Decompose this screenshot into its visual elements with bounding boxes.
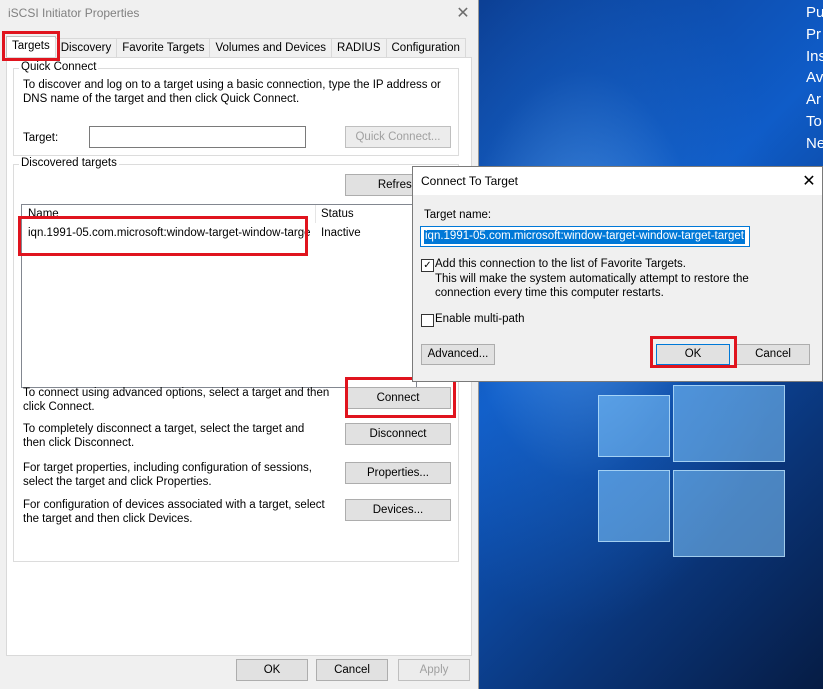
targets-panel: Quick Connect To discover and log on to … [6, 57, 472, 656]
description-line: For configuration of devices associated … [23, 499, 325, 511]
quick-connect-button[interactable]: Quick Connect... [345, 126, 451, 148]
target-name-value: iqn.1991-05.com.microsoft:window-target-… [424, 230, 745, 244]
desktop-context-menu: Pu Pr Ins Av Ar To Ne [806, 0, 823, 155]
target-label: Target: [23, 132, 59, 144]
description-line: To discover and log on to a target using… [23, 79, 441, 91]
connect-description: To connect using advanced options, selec… [23, 387, 343, 414]
connect-dialog-titlebar: Connect To Target ✕ [413, 167, 822, 195]
tab-volumes-and-devices[interactable]: Volumes and Devices [209, 38, 333, 57]
note-line: This will make the system automatically … [435, 273, 749, 285]
description-line: To completely disconnect a target, selec… [23, 423, 305, 435]
disconnect-button[interactable]: Disconnect [345, 423, 451, 445]
menu-line[interactable]: Ins [806, 46, 823, 68]
properties-button[interactable]: Properties... [345, 462, 451, 484]
windows-logo-pane [598, 470, 670, 542]
description-line: DNS name of the target and then click Qu… [23, 92, 300, 105]
quick-connect-description: To discover and log on to a target using… [23, 79, 453, 106]
connect-cancel-button[interactable]: Cancel [736, 344, 810, 365]
highlight-ok-button [650, 336, 737, 368]
multipath-label[interactable]: Enable multi-path [435, 313, 525, 327]
discovered-targets-legend: Discovered targets [19, 157, 119, 169]
properties-description: For target properties, including configu… [23, 462, 343, 489]
dialog-title: iSCSI Initiator Properties [8, 6, 140, 20]
menu-line[interactable]: Pu [806, 2, 823, 24]
connect-to-target-dialog: Connect To Target ✕ Target name: iqn.199… [412, 166, 823, 382]
iscsi-initiator-dialog: iSCSI Initiator Properties ✕ Targets Dis… [0, 0, 479, 689]
tab-strip: Targets Discovery Favorite Targets Volum… [6, 36, 466, 57]
close-icon[interactable]: ✕ [455, 5, 471, 21]
menu-line[interactable]: To [806, 111, 823, 133]
menu-line[interactable]: Ar [806, 89, 823, 111]
column-header-status[interactable]: Status [321, 208, 354, 222]
description-line: click Connect. [23, 400, 95, 413]
tab-favorite-targets[interactable]: Favorite Targets [116, 38, 211, 57]
highlight-connect-button [345, 377, 456, 418]
menu-line[interactable]: Pr [806, 24, 823, 46]
target-input[interactable] [89, 126, 306, 148]
description-line: the target and then click Devices. [23, 512, 193, 525]
quick-connect-legend: Quick Connect [19, 61, 99, 73]
advanced-button[interactable]: Advanced... [421, 344, 495, 365]
cancel-button[interactable]: Cancel [316, 659, 388, 681]
favorite-note: This will make the system automatically … [435, 273, 775, 300]
description-line: To connect using advanced options, selec… [23, 387, 330, 399]
devices-button[interactable]: Devices... [345, 499, 451, 521]
windows-logo-pane [598, 395, 670, 457]
column-separator[interactable] [315, 205, 316, 223]
connect-dialog-title: Connect To Target [421, 174, 518, 188]
tab-discovery[interactable]: Discovery [54, 38, 118, 57]
favorite-checkbox[interactable]: ✓ [421, 259, 434, 272]
close-icon[interactable]: ✕ [801, 173, 817, 189]
ok-button[interactable]: OK [236, 659, 308, 681]
target-status-cell: Inactive [321, 227, 361, 239]
tab-configuration[interactable]: Configuration [385, 38, 466, 57]
windows-logo-pane [673, 470, 785, 557]
description-line: For target properties, including configu… [23, 462, 312, 474]
description-line: select the target and click Properties. [23, 475, 212, 488]
highlight-targets-tab [2, 31, 60, 61]
disconnect-description: To completely disconnect a target, selec… [23, 423, 343, 450]
target-name-label: Target name: [424, 209, 492, 221]
target-name-input[interactable]: iqn.1991-05.com.microsoft:window-target-… [420, 226, 750, 247]
devices-description: For configuration of devices associated … [23, 499, 343, 526]
note-line: connection every time this computer rest… [435, 286, 664, 299]
highlight-target-row [18, 216, 308, 256]
apply-button[interactable]: Apply [398, 659, 470, 681]
windows-logo-pane [673, 385, 785, 462]
description-line: then click Disconnect. [23, 436, 135, 449]
menu-line[interactable]: Av [806, 67, 823, 89]
menu-line[interactable]: Ne [806, 133, 823, 155]
multipath-checkbox[interactable] [421, 314, 434, 327]
favorite-checkbox-label[interactable]: Add this connection to the list of Favor… [435, 258, 686, 272]
tab-radius[interactable]: RADIUS [331, 38, 387, 57]
